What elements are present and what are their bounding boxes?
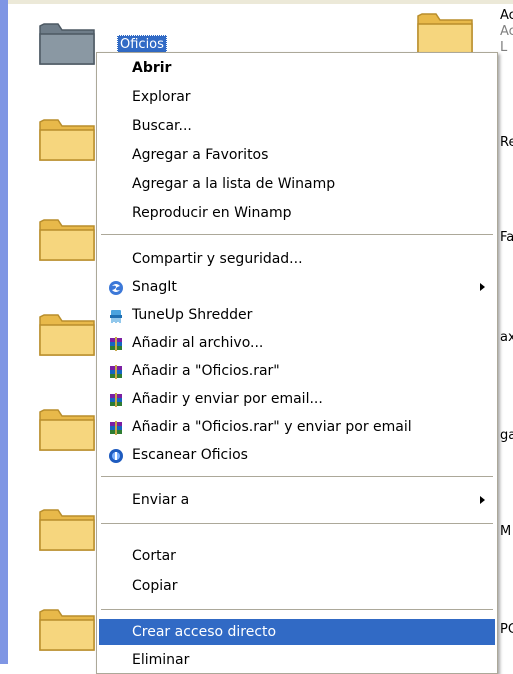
menu-item-enviar-a[interactable]: Enviar a bbox=[99, 487, 495, 513]
menu-item-abrir[interactable]: Abrir bbox=[99, 55, 495, 81]
menu-item-label: Crear acceso directo bbox=[132, 624, 277, 640]
folder-icon[interactable] bbox=[36, 210, 100, 266]
folder-icon[interactable] bbox=[36, 500, 100, 556]
folder-icon[interactable] bbox=[36, 600, 100, 656]
side-label: Ac bbox=[500, 24, 513, 39]
menu-item-label: Abrir bbox=[132, 60, 172, 76]
winrar-icon bbox=[108, 391, 124, 407]
winrar-icon bbox=[108, 335, 124, 351]
side-label: Ac bbox=[500, 8, 513, 23]
folder-icon[interactable] bbox=[36, 110, 100, 166]
menu-item-reproducir-winamp[interactable]: Reproducir en Winamp bbox=[99, 200, 495, 226]
menu-item-agregar-winamp[interactable]: Agregar a la lista de Winamp bbox=[99, 171, 495, 197]
menu-item-eliminar[interactable]: Eliminar bbox=[99, 647, 495, 673]
menu-item-explorar[interactable]: Explorar bbox=[99, 84, 495, 110]
tuneup-shredder-icon bbox=[108, 307, 124, 323]
side-label: ga bbox=[500, 428, 513, 443]
menu-item-label: Escanear Oficios bbox=[132, 447, 248, 463]
context-menu: Abrir Explorar Buscar... Agregar a Favor… bbox=[96, 52, 498, 674]
menu-item-tuneup-shredder[interactable]: TuneUp Shredder bbox=[99, 302, 495, 328]
side-label: Fa bbox=[500, 230, 513, 245]
explorer-left-pane-edge bbox=[0, 0, 8, 664]
folder-icon[interactable] bbox=[36, 305, 100, 361]
antivirus-scan-icon bbox=[108, 447, 124, 463]
menu-item-label: Añadir a "Oficios.rar" y enviar por emai… bbox=[132, 419, 412, 435]
menu-item-compartir[interactable]: Compartir y seguridad... bbox=[99, 246, 495, 272]
menu-item-label: TuneUp Shredder bbox=[132, 307, 253, 323]
side-label: Re bbox=[500, 135, 513, 150]
menu-item-agregar-favoritos[interactable]: Agregar a Favoritos bbox=[99, 142, 495, 168]
menu-item-anadir-enviar-email[interactable]: Añadir y enviar por email... bbox=[99, 386, 495, 412]
menu-item-snagit[interactable]: SnagIt bbox=[99, 274, 495, 300]
menu-item-label: Explorar bbox=[132, 89, 191, 105]
menu-item-label: SnagIt bbox=[132, 279, 177, 295]
menu-item-label: Cortar bbox=[132, 548, 176, 564]
menu-item-crear-acceso-directo[interactable]: Crear acceso directo bbox=[99, 619, 495, 645]
menu-item-buscar[interactable]: Buscar... bbox=[99, 113, 495, 139]
menu-item-label: Buscar... bbox=[132, 118, 192, 134]
menu-separator bbox=[101, 234, 493, 235]
winrar-icon bbox=[108, 419, 124, 435]
winrar-icon bbox=[108, 363, 124, 379]
menu-item-label: Copiar bbox=[132, 578, 178, 594]
menu-item-label: Agregar a la lista de Winamp bbox=[132, 176, 336, 192]
side-label: L bbox=[500, 40, 508, 55]
menu-item-anadir-oficios-rar[interactable]: Añadir a "Oficios.rar" bbox=[99, 358, 495, 384]
menu-separator bbox=[101, 609, 493, 610]
submenu-arrow-icon bbox=[480, 283, 485, 291]
menu-item-label: Añadir a "Oficios.rar" bbox=[132, 363, 280, 379]
submenu-arrow-icon bbox=[480, 496, 485, 504]
side-label: M bbox=[500, 524, 512, 539]
menu-item-label: Agregar a Favoritos bbox=[132, 147, 269, 163]
menu-item-label: Eliminar bbox=[132, 652, 190, 668]
menu-item-cortar[interactable]: Cortar bbox=[99, 543, 495, 569]
side-label: ax bbox=[500, 330, 513, 345]
menu-separator bbox=[101, 476, 493, 477]
side-label: PC bbox=[500, 622, 513, 637]
folder-icon-selected[interactable] bbox=[36, 14, 100, 70]
menu-item-anadir-rar-enviar-email[interactable]: Añadir a "Oficios.rar" y enviar por emai… bbox=[99, 414, 495, 440]
menu-item-label: Reproducir en Winamp bbox=[132, 205, 292, 221]
menu-separator bbox=[101, 523, 493, 524]
menu-item-label: Enviar a bbox=[132, 492, 190, 508]
menu-item-label: Añadir al archivo... bbox=[132, 335, 264, 351]
menu-item-copiar[interactable]: Copiar bbox=[99, 573, 495, 599]
menu-item-escanear[interactable]: Escanear Oficios bbox=[99, 442, 495, 468]
menu-item-label: Añadir y enviar por email... bbox=[132, 391, 323, 407]
snagit-icon bbox=[108, 279, 124, 295]
folder-icon[interactable] bbox=[36, 400, 100, 456]
menu-item-label: Compartir y seguridad... bbox=[132, 251, 303, 267]
menu-item-anadir-archivo[interactable]: Añadir al archivo... bbox=[99, 330, 495, 356]
